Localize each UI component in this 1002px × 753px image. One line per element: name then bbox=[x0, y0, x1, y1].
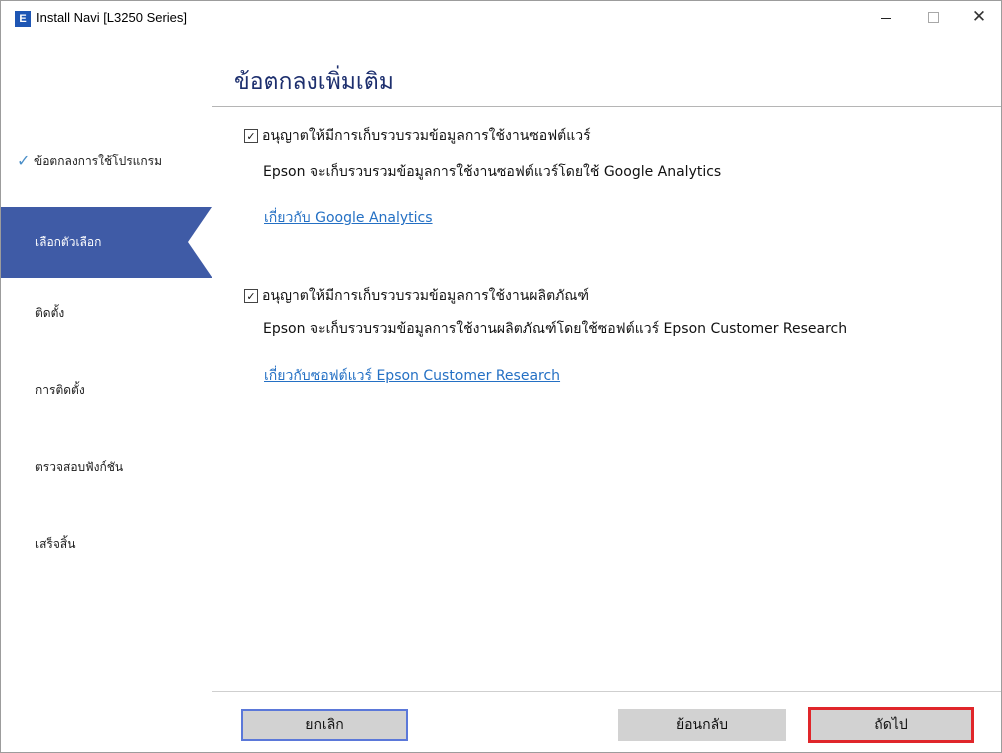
software-usage-checkbox-row[interactable]: ✓ อนุญาตให้มีการเก็บรวบรวมข้อมูลการใช้งา… bbox=[244, 125, 591, 147]
sidebar-step-check-functions: ตรวจสอบฟังก์ชัน bbox=[1, 449, 212, 485]
google-analytics-link[interactable]: เกี่ยวกับ Google Analytics bbox=[264, 207, 433, 229]
cancel-button[interactable]: ยกเลิก bbox=[241, 709, 408, 741]
customer-research-link[interactable]: เกี่ยวกับซอฟต์แวร์ Epson Customer Resear… bbox=[264, 365, 560, 387]
software-usage-checkbox[interactable]: ✓ bbox=[244, 129, 258, 143]
close-icon: ✕ bbox=[971, 6, 987, 27]
sidebar-step-label: การติดตั้ง bbox=[35, 382, 85, 397]
epson-app-icon: E bbox=[15, 11, 31, 27]
sidebar-step-label: ข้อตกลงการใช้โปรแกรม bbox=[34, 153, 162, 168]
back-button[interactable]: ย้อนกลับ bbox=[618, 709, 786, 741]
next-button[interactable]: ถัดไป bbox=[808, 707, 974, 743]
product-usage-checkbox[interactable]: ✓ bbox=[244, 289, 258, 303]
title-bar: E Install Navi [L3250 Series] ✕ bbox=[1, 1, 1001, 35]
sidebar-step-license: ✓ ข้อตกลงการใช้โปรแกรม bbox=[1, 143, 212, 179]
software-usage-checkbox-label[interactable]: อนุญาตให้มีการเก็บรวบรวมข้อมูลการใช้งานซ… bbox=[262, 125, 591, 147]
minimize-button[interactable] bbox=[863, 1, 909, 33]
product-usage-checkbox-row[interactable]: ✓ อนุญาตให้มีการเก็บรวบรวมข้อมูลการใช้งา… bbox=[244, 285, 589, 307]
steps-sidebar: ✓ ข้อตกลงการใช้โปรแกรม เลือกตัวเลือก ติด… bbox=[1, 35, 212, 752]
sidebar-step-label: เสร็จสิ้น bbox=[35, 536, 76, 551]
footer-divider bbox=[212, 691, 1001, 692]
sidebar-step-label: ติดตั้ง bbox=[35, 305, 65, 320]
sidebar-step-select-options: เลือกตัวเลือก bbox=[1, 207, 212, 278]
product-usage-checkbox-label[interactable]: อนุญาตให้มีการเก็บรวบรวมข้อมูลการใช้งานผ… bbox=[262, 285, 589, 307]
maximize-button[interactable] bbox=[910, 1, 956, 33]
active-step-pointer bbox=[188, 207, 212, 278]
title-divider bbox=[212, 106, 1001, 107]
close-button[interactable]: ✕ bbox=[956, 1, 1001, 33]
sidebar-step-finish: เสร็จสิ้น bbox=[1, 526, 212, 562]
product-usage-description: Epson จะเก็บรวบรวมข้อมูลการใช้งานผลิตภัณ… bbox=[263, 321, 848, 337]
sidebar-step-installation: การติดตั้ง bbox=[1, 372, 212, 408]
software-usage-description: Epson จะเก็บรวบรวมข้อมูลการใช้งานซอฟต์แว… bbox=[263, 164, 722, 180]
checkmark-icon: ✓ bbox=[17, 151, 31, 170]
page-title: ข้อตกลงเพิ่มเติม bbox=[234, 69, 394, 95]
sidebar-step-label: เลือกตัวเลือก bbox=[35, 235, 102, 249]
minimize-icon bbox=[881, 17, 891, 19]
sidebar-step-setup: ติดตั้ง bbox=[1, 295, 212, 331]
window-title: Install Navi [L3250 Series] bbox=[36, 10, 188, 25]
maximize-icon bbox=[927, 11, 939, 23]
sidebar-step-label: ตรวจสอบฟังก์ชัน bbox=[35, 459, 124, 474]
installer-window: E Install Navi [L3250 Series] ✕ ✓ ข้อตกล… bbox=[0, 0, 1002, 753]
